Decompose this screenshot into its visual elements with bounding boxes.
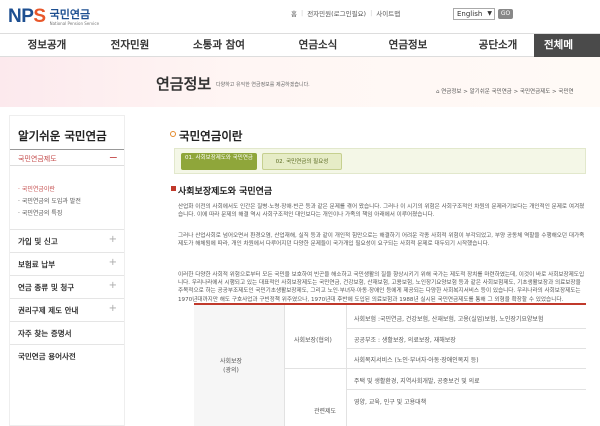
- section-bullet-icon: [171, 186, 176, 191]
- social-security-table: 사회보장 (광의) 사회보장(협의) 관련제도 사회보험 :국민연금, 건강보험…: [194, 303, 586, 426]
- table-row: 사회보험 :국민연금, 건강보험, 산재보험, 고용(실업)보험, 노인장기요양…: [354, 316, 544, 323]
- logo-name: 국민연금: [49, 7, 91, 21]
- e-civil-login-link[interactable]: 전자민원(로그인필요): [307, 8, 366, 18]
- content-title: 국민연금이란: [179, 129, 243, 143]
- sidebar-item-pension-system[interactable]: 국민연금제도 −: [10, 149, 124, 166]
- nps-logo[interactable]: NPS 국민연금 National Pension Service: [8, 6, 99, 28]
- plus-icon: +: [108, 303, 117, 314]
- home-link[interactable]: 홈: [291, 8, 297, 18]
- logo-mark: NPS: [8, 6, 46, 27]
- page-description: 다양하고 유익한 연금정보를 제공하겠습니다.: [216, 82, 310, 88]
- sidebar-item-certificates[interactable]: 자주 찾는 증명서: [10, 321, 124, 344]
- sidebar-item-enrollment[interactable]: 가입 및 신고 +: [10, 229, 124, 252]
- paragraph-3: 이러한 다양한 사회적 위험으로부터 모든 국민을 보호하여 빈곤을 해소하고 …: [178, 272, 585, 303]
- nav-pension-info[interactable]: 연금정보: [382, 34, 434, 57]
- nav-pension-news[interactable]: 연금소식: [292, 34, 344, 57]
- table-row: 영양, 교육, 인구 및 고용대책: [354, 399, 427, 406]
- paragraph-1: 산업화 이전의 사회에서도 인간은 질병·노령·장애·빈곤 등과 같은 문제를 …: [178, 204, 585, 219]
- go-button[interactable]: GO: [498, 9, 513, 19]
- global-nav: 정보공개 전자민원 소통과 참여 연금소식 연금정보 공단소개 전체메: [0, 33, 600, 57]
- chevron-down-icon: ▼: [487, 10, 492, 17]
- plus-icon: +: [108, 257, 117, 268]
- sidebar-subitem-what-is-pension[interactable]: · 국민연금이란: [18, 184, 55, 193]
- top-bar: NPS 국민연금 National Pension Service 홈 | 전자민…: [0, 0, 600, 33]
- section-heading: 사회보장제도와 국민연금: [178, 187, 273, 197]
- sidebar-item-premium-payment[interactable]: 보험료 납부 +: [10, 252, 124, 275]
- nav-communication[interactable]: 소통과 참여: [186, 34, 252, 57]
- sidebar-item-glossary[interactable]: 국민연금 용어사전: [10, 344, 124, 367]
- nav-e-civil[interactable]: 전자민원: [104, 34, 156, 57]
- sidebar-subitem-features[interactable]: · 국민연금의 특징: [18, 208, 62, 217]
- nav-about[interactable]: 공단소개: [472, 34, 524, 57]
- sitemap-link[interactable]: 사이트맵: [376, 8, 400, 18]
- nav-info-disclosure[interactable]: 정보공개: [22, 34, 72, 57]
- table-row: 주택 및 생활환경, 지역사회개발, 공중보건 및 의료: [354, 378, 480, 385]
- table-row: 공공부조 : 생활보장, 의료보장, 재해보장: [354, 337, 456, 344]
- paragraph-2: 그러나 산업사회로 넘어오면서 환경오염, 산업재해, 실직 등과 같이 개인적…: [178, 233, 585, 248]
- page-title: 연금정보: [156, 75, 212, 93]
- sidebar-title: 알기쉬운 국민연금: [18, 129, 107, 143]
- table-cell-narrow: 사회보장(협의): [294, 337, 332, 344]
- table-cell-related: 관련제도: [314, 408, 337, 415]
- breadcrumb: ⌂ 연금정보 > 알기쉬운 국민연금 > 국민연금제도 > 국민연: [436, 89, 574, 95]
- sidebar-item-pension-types[interactable]: 연금 종류 및 청구 +: [10, 275, 124, 298]
- plus-icon: +: [108, 280, 117, 291]
- minus-icon: −: [108, 151, 118, 164]
- table-cell-broad: 사회보장 (광의): [220, 358, 243, 374]
- title-bullet-icon: [170, 131, 176, 137]
- plus-icon: +: [108, 234, 117, 245]
- table-row: 사회복지서비스 (노인·부녀자·아동·장애인복지 등): [354, 357, 479, 364]
- page-header-band: 연금정보 다양하고 유익한 연금정보를 제공하겠습니다. ⌂ 연금정보 > 알기…: [0, 57, 600, 107]
- left-sidebar: 알기쉬운 국민연금 국민연금제도 − · 국민연금이란 · 국민연금의 도입과 …: [9, 115, 125, 426]
- tab-social-security[interactable]: 01. 사회보장제도와 국민연금: [181, 153, 257, 170]
- sidebar-item-rights-relief[interactable]: 권리구제 제도 안내 +: [10, 298, 124, 321]
- language-select[interactable]: English ▼: [453, 8, 495, 20]
- sub-tabs: 01. 사회보장제도와 국민연금 02. 국민연금의 필요성: [174, 148, 586, 174]
- utility-links: 홈 | 전자민원(로그인필요) | 사이트맵: [291, 8, 401, 18]
- sidebar-subitem-history[interactable]: · 국민연금의 도입과 발전: [18, 196, 81, 205]
- nav-all-menu[interactable]: 전체메: [534, 34, 600, 57]
- logo-subtitle: National Pension Service: [49, 20, 100, 26]
- tab-necessity[interactable]: 02. 국민연금의 필요성: [262, 153, 342, 170]
